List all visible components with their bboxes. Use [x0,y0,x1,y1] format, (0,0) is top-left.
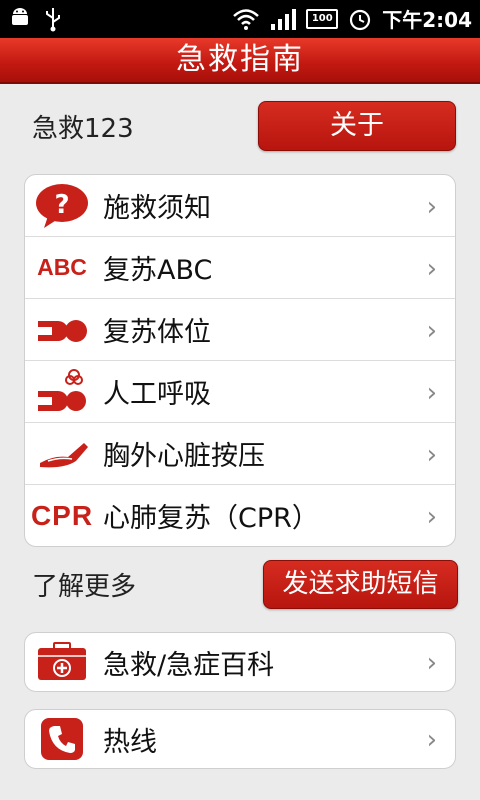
cpr-icon: CPR [30,499,94,531]
abc-icon: ABC [37,254,87,280]
android-icon [12,8,28,25]
list-item-cpr[interactable]: CPR 心肺复苏（CPR） › [25,485,455,546]
chevron-right-icon: › [426,725,437,755]
signal-icon [271,8,297,30]
list-item-encyclopedia[interactable]: 急救/急症百科 › [25,633,455,691]
list-item-label: 复苏ABC [103,255,213,286]
list-item-label: 心肺复苏（CPR） [103,503,319,534]
chevron-right-icon: › [426,648,437,678]
usb-icon [46,8,60,32]
list-item-label: 热线 [103,726,157,758]
list-item-label: 急救/急症百科 [103,649,275,681]
svg-text:?: ? [54,190,69,220]
section-label-learn-more: 了解更多 [32,572,137,602]
clock: 下午2:04 [382,8,472,32]
chevron-right-icon: › [426,316,437,346]
hotline-card: 热线 › [24,709,456,769]
list-item-hotline[interactable]: 热线 › [25,710,455,768]
chest-compression-icon [29,423,95,484]
list-item-chest-compression[interactable]: 胸外心脏按压 › [25,423,455,485]
battery-icon: 100 [306,8,339,29]
list-item-recovery-position[interactable]: 复苏体位 › [25,299,455,361]
question-bubble-icon: ? [29,175,95,236]
list-item-label: 施救须知 [103,193,211,224]
status-bar: 100 下午2:04 [0,0,480,38]
chevron-right-icon: › [426,192,437,222]
recovery-position-icon [29,299,95,360]
chevron-right-icon: › [426,378,437,408]
chevron-right-icon: › [426,440,437,470]
alarm-icon [350,9,371,30]
main-menu-list: ? 施救须知 › ABC 复苏ABC › 复苏体位 › 人工呼吸 › 胸外心脏按… [24,174,456,547]
list-item-label: 人工呼吸 [103,379,211,410]
list-item-label: 胸外心脏按压 [103,441,265,472]
phone-icon [29,710,95,768]
wifi-icon [233,8,260,30]
chevron-right-icon: › [426,254,437,284]
breathing-icon [29,361,95,422]
section-label-first-aid: 急救123 [32,114,134,144]
list-item-rescue-notes[interactable]: ? 施救须知 › [25,175,455,237]
about-button[interactable]: 关于 [258,101,456,151]
chevron-right-icon: › [426,502,437,532]
list-item-artificial-respiration[interactable]: 人工呼吸 › [25,361,455,423]
list-item-label: 复苏体位 [103,317,211,348]
encyclopedia-card: 急救/急症百科 › [24,632,456,692]
list-item-resuscitation-abc[interactable]: ABC 复苏ABC › [25,237,455,299]
first-aid-kit-icon [29,633,95,691]
page-title: 急救指南 [176,42,304,77]
send-sms-button[interactable]: 发送求助短信 [263,560,458,609]
title-bar: 急救指南 [0,38,480,84]
